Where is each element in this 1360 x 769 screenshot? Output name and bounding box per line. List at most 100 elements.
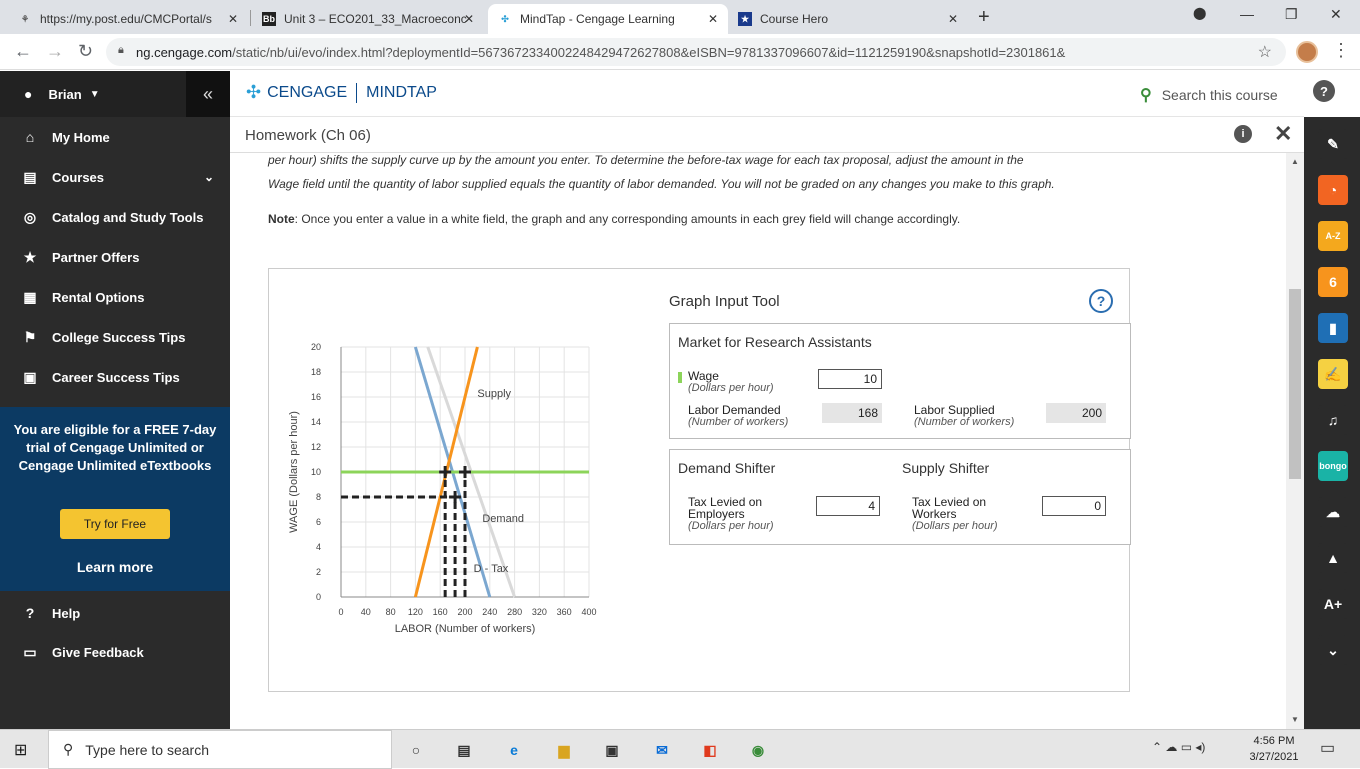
system-tray-icons[interactable]: ⌃ ☁ ▭ ◂) bbox=[1152, 740, 1205, 754]
wage-input[interactable]: 10 bbox=[818, 369, 882, 389]
search-icon: ⚲ bbox=[1140, 87, 1152, 104]
profile-avatar[interactable] bbox=[1296, 41, 1318, 63]
minimize-icon[interactable]: — bbox=[1240, 6, 1254, 22]
browser-tab-portal[interactable]: ⚘ https://my.post.edu/CMCPortal/s ✕ bbox=[8, 4, 248, 34]
sidebar-item-rental-options[interactable]: ▦ Rental Options bbox=[0, 277, 230, 317]
close-tab-icon[interactable]: ✕ bbox=[948, 12, 958, 26]
tab-search-icon[interactable]: ⬤ bbox=[1193, 6, 1206, 20]
sidebar-item-my-home[interactable]: ⌂ My Home bbox=[0, 117, 230, 157]
cengage-mindtap-logo[interactable]: ✣ CENGAGE MINDTAP bbox=[246, 82, 437, 103]
mail-icon[interactable]: ✉ bbox=[650, 738, 674, 762]
forward-icon[interactable]: → bbox=[46, 41, 64, 62]
store-icon[interactable]: ▣ bbox=[600, 738, 624, 762]
rss-icon[interactable]: ◔ bbox=[1318, 175, 1348, 205]
worker-tax-input[interactable]: 0 bbox=[1042, 496, 1106, 516]
curve-label: Demand bbox=[482, 513, 524, 525]
notifications-icon[interactable]: ▭ bbox=[1320, 738, 1335, 758]
tool-help-button[interactable]: ? bbox=[1089, 289, 1113, 313]
sidebar: ● Brian ▼ « ⌂ My Home ▤ Courses ⌄ ◎ Catalog an… bbox=[0, 71, 230, 729]
instructions-line-1: per hour) shifts the supply curve up by … bbox=[268, 153, 1024, 167]
browser-tab-mindtap[interactable]: ✣ MindTap - Cengage Learning ✕ bbox=[488, 4, 728, 34]
restore-icon[interactable]: ❐ bbox=[1285, 6, 1298, 23]
sidebar-item-partner-offers[interactable]: ★ Partner Offers bbox=[0, 237, 230, 277]
back-icon[interactable]: ← bbox=[14, 41, 32, 62]
bookmark-star-icon[interactable]: ☆ bbox=[1258, 42, 1272, 62]
sidebar-item-courses[interactable]: ▤ Courses ⌄ bbox=[0, 157, 230, 197]
close-activity-icon[interactable]: ✕ bbox=[1274, 121, 1292, 147]
sidebar-item-help[interactable]: ? Help bbox=[0, 593, 230, 633]
sidebar-item-career-success-tips[interactable]: ▣ Career Success Tips bbox=[0, 357, 230, 397]
promo-text: You are eligible for a FREE 7-day trial … bbox=[13, 422, 217, 473]
close-tab-icon[interactable]: ✕ bbox=[228, 12, 238, 26]
scroll-down-icon[interactable]: ▼ bbox=[1291, 715, 1299, 724]
close-tab-icon[interactable]: ✕ bbox=[708, 12, 718, 26]
browser-toolbar: ← → ↻ 🔒︎ ng.cengage.com/static/nb/ui/evo… bbox=[0, 34, 1360, 70]
taskbar-search[interactable]: ⚲ Type here to search bbox=[48, 730, 392, 769]
labor-market-chart[interactable]: 0 40 80 120 160 200 240 280 320 360 400 0 2 4 6 8 10 12 14… bbox=[269, 329, 649, 649]
clock[interactable]: 4:56 PM 3/27/2021 bbox=[1244, 733, 1304, 765]
close-tab-icon[interactable]: ✕ bbox=[464, 12, 474, 26]
sidebar-item-give-feedback[interactable]: ▭ Give Feedback bbox=[0, 632, 230, 672]
window-close-icon[interactable]: ✕ bbox=[1330, 6, 1342, 23]
labor-supplied-label: Labor Supplied (Number of workers) bbox=[914, 403, 1015, 428]
onedrive-icon[interactable]: ☁ bbox=[1318, 497, 1348, 527]
sidebar-item-label: Rental Options bbox=[52, 289, 145, 305]
info-icon[interactable]: i bbox=[1234, 125, 1252, 143]
browser-menu-icon[interactable]: ⋮ bbox=[1332, 40, 1350, 61]
more-icon[interactable]: ⌄ bbox=[1318, 635, 1348, 665]
chrome-icon[interactable]: ◉ bbox=[746, 738, 770, 762]
sidebar-item-college-success-tips[interactable]: ⚑ College Success Tips bbox=[0, 317, 230, 357]
help-icon[interactable]: ? bbox=[1313, 80, 1335, 102]
notes-icon[interactable]: ✍ bbox=[1318, 359, 1348, 389]
aplus-icon[interactable]: A+ bbox=[1318, 589, 1348, 619]
office-icon[interactable]: ◧ bbox=[698, 738, 722, 762]
cortana-icon[interactable]: ○ bbox=[404, 738, 428, 762]
aplia-icon[interactable]: 6 bbox=[1318, 267, 1348, 297]
bongo-icon[interactable]: bongo bbox=[1318, 451, 1348, 481]
dictionary-icon[interactable]: A-Z bbox=[1318, 221, 1348, 251]
labor-demanded-label: Labor Demanded (Number of workers) bbox=[688, 403, 789, 428]
time: 4:56 PM bbox=[1253, 735, 1295, 747]
book-icon: ▤ bbox=[23, 168, 37, 185]
course-search[interactable]: ⚲ Search this course bbox=[1140, 85, 1278, 105]
y-tick-label: 8 bbox=[316, 492, 321, 502]
url-path: /static/nb/ui/evo/index.html?deploymentI… bbox=[232, 44, 1066, 60]
tab-title: https://my.post.edu/CMCPortal/s bbox=[40, 12, 212, 26]
reload-icon[interactable]: ↻ bbox=[78, 41, 93, 62]
pencil-icon[interactable]: ✎ bbox=[1318, 129, 1348, 159]
content-scrollbar[interactable]: ▲ ▼ bbox=[1286, 153, 1304, 729]
learn-more-link[interactable]: Learn more bbox=[0, 559, 230, 575]
sidebar-item-catalog-and-study-tools[interactable]: ◎ Catalog and Study Tools bbox=[0, 197, 230, 237]
google-drive-icon[interactable]: ▲ bbox=[1318, 543, 1348, 573]
windows-start-icon[interactable]: ⊞ bbox=[14, 740, 27, 760]
scroll-up-icon[interactable]: ▲ bbox=[1291, 157, 1299, 166]
collapse-sidebar-button[interactable]: « bbox=[186, 71, 230, 117]
chevron-down-icon: ⌄ bbox=[203, 170, 214, 184]
task-view-icon[interactable]: ▤ bbox=[452, 738, 476, 762]
browser-tab-coursehero[interactable]: ★ Course Hero ✕ bbox=[728, 4, 968, 34]
y-tick-label: 12 bbox=[311, 442, 321, 452]
edge-icon[interactable]: e bbox=[502, 738, 526, 762]
star-icon: ★ bbox=[23, 248, 37, 265]
search-placeholder: Search this course bbox=[1161, 87, 1278, 103]
y-tick-label: 14 bbox=[311, 417, 321, 427]
new-tab-button[interactable]: + bbox=[978, 6, 990, 29]
graph-input-tool-title: Graph Input Tool bbox=[669, 293, 780, 310]
wage-color-swatch bbox=[678, 372, 682, 383]
readspeaker-icon[interactable]: ♫ bbox=[1318, 405, 1348, 435]
unlimited-promo: You are eligible for a FREE 7-day trial … bbox=[0, 407, 230, 591]
home-icon: ⌂ bbox=[25, 129, 35, 145]
browser-tab-blackboard[interactable]: Bb Unit 3 – ECO201_33_Macroeconc ✕ bbox=[252, 4, 484, 34]
try-for-free-button[interactable]: Try for Free bbox=[60, 509, 170, 539]
scroll-thumb[interactable] bbox=[1289, 289, 1301, 479]
date: 3/27/2021 bbox=[1249, 751, 1299, 763]
rental-icon: ▦ bbox=[23, 288, 37, 305]
employer-tax-input[interactable]: 4 bbox=[816, 496, 880, 516]
supply-shifter-title: Supply Shifter bbox=[902, 460, 990, 476]
user-menu[interactable]: ● Brian ▼ bbox=[0, 71, 186, 117]
shifter-box: Demand Shifter Supply Shifter Tax Levied… bbox=[669, 449, 1131, 545]
address-bar[interactable]: 🔒︎ ng.cengage.com/static/nb/ui/evo/index… bbox=[106, 38, 1286, 66]
file-explorer-icon[interactable]: ▆ bbox=[552, 738, 576, 762]
ebook-icon[interactable]: ▮ bbox=[1318, 313, 1348, 343]
employer-tax-label: Tax Levied on Employers (Dollars per hour… bbox=[688, 495, 774, 532]
